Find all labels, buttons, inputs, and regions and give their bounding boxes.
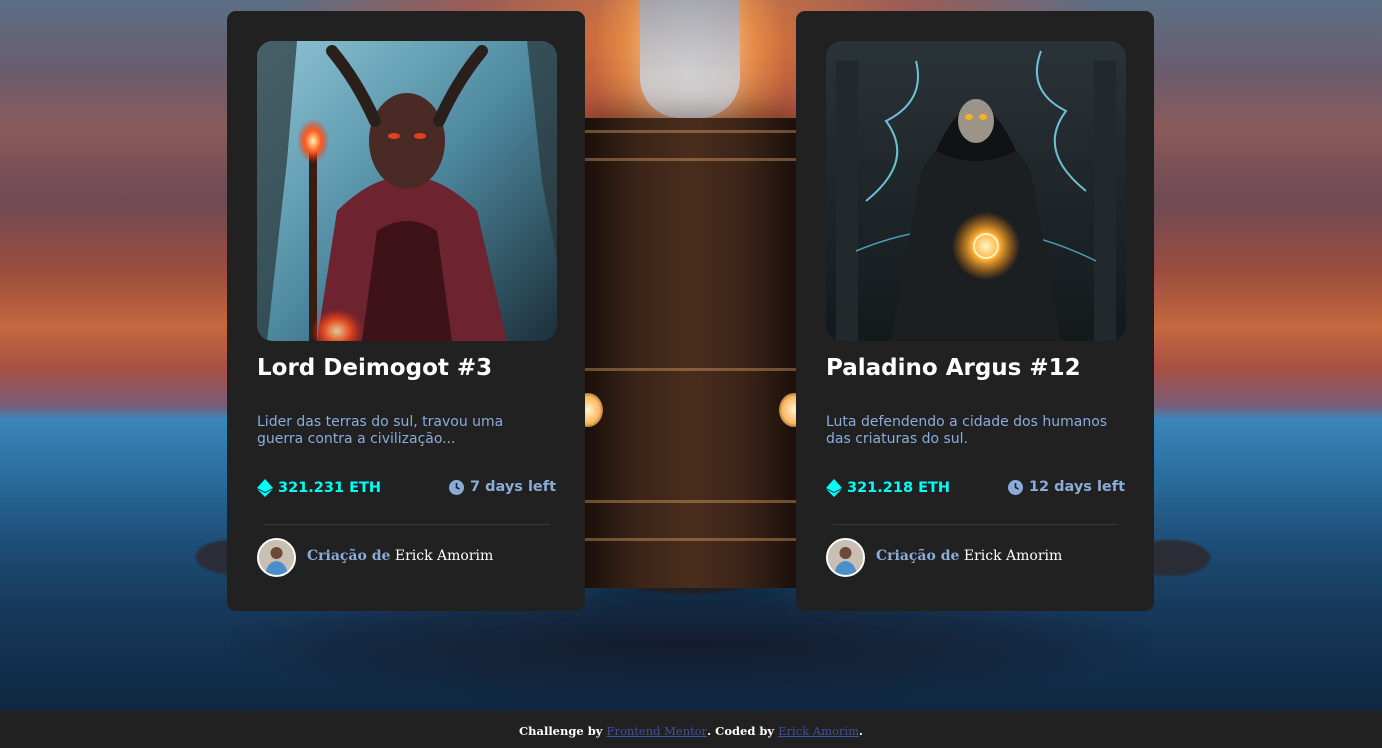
avatar (257, 538, 296, 577)
avatar (826, 538, 865, 577)
time-left-value: 12 days left (1028, 479, 1125, 495)
nft-image[interactable] (257, 41, 557, 341)
attribution-footer: Challenge by Frontend Mentor. Coded by E… (0, 711, 1382, 748)
time-left: 7 days left (448, 479, 556, 495)
footer-prefix: Challenge by (518, 724, 603, 738)
creator-attribution: Criação de Erick Amorim (876, 548, 1062, 564)
price-value: 321.218 ETH (847, 480, 951, 496)
footer-suffix: . (859, 724, 864, 738)
background-scene (0, 0, 1382, 711)
creator-name[interactable]: Erick Amorim (395, 548, 493, 564)
nft-image[interactable] (826, 41, 1126, 341)
divider (264, 524, 549, 525)
nft-card-lord-deimogot: Lord Deimogot #3 Lider das terras do sul… (227, 11, 585, 611)
price-value: 321.231 ETH (278, 480, 382, 496)
time-left: 12 days left (1007, 479, 1125, 495)
creator-attribution: Criação de Erick Amorim (307, 548, 493, 564)
pedestal (573, 118, 809, 588)
creator-name[interactable]: Erick Amorim (964, 548, 1062, 564)
footer-middle: . Coded by (707, 724, 775, 738)
time-left-value: 7 days left (469, 479, 556, 495)
card-description: Luta defendendo a cidade dos humanos das… (826, 414, 1108, 447)
ethereum-icon (826, 479, 842, 497)
card-description: Lider das terras do sul, travou uma guer… (257, 414, 504, 447)
nft-card-paladino-argus: Paladino Argus #12 Luta defendendo a cid… (796, 11, 1154, 611)
author-link[interactable]: Erick Amorim (778, 724, 859, 738)
price: 321.218 ETH (826, 479, 950, 497)
clock-icon (1007, 479, 1023, 495)
frontend-mentor-link[interactable]: Frontend Mentor (606, 724, 707, 738)
divider (833, 524, 1118, 525)
price: 321.231 ETH (257, 479, 381, 497)
card-title[interactable]: Paladino Argus #12 (826, 355, 1081, 381)
creator-prefix: Criação de (307, 548, 391, 564)
statue-figure (640, 0, 740, 118)
creator-prefix: Criação de (876, 548, 960, 564)
clock-icon (448, 479, 464, 495)
ethereum-icon (257, 479, 273, 497)
card-title[interactable]: Lord Deimogot #3 (257, 355, 492, 381)
